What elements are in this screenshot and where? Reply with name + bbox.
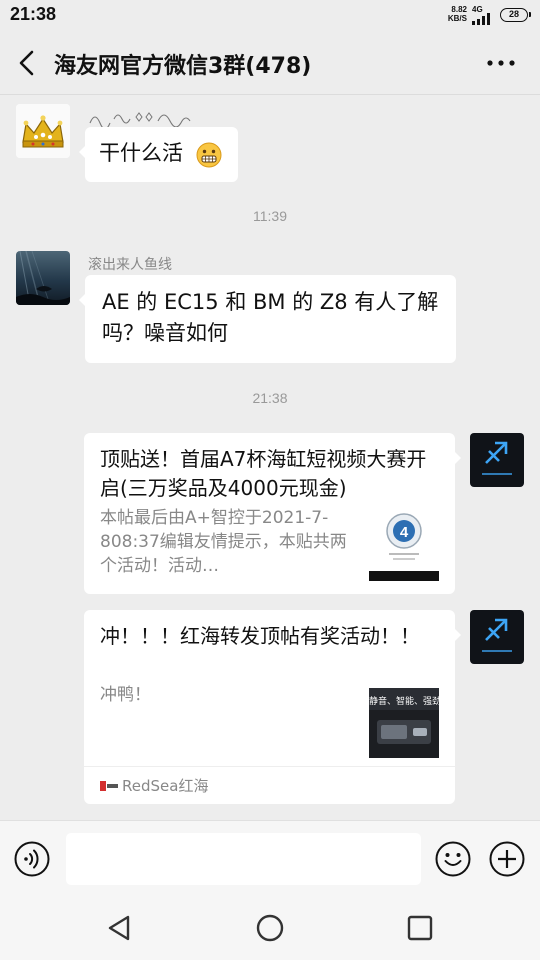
emoji-icon[interactable]: [435, 841, 471, 877]
link-card-thumbnail: 4: [369, 511, 439, 581]
sagittarius-icon: [470, 433, 524, 487]
status-bar: 21:38 8.82 KB/S 4G 28: [0, 0, 540, 32]
sagittarius-icon: [470, 610, 524, 664]
sagittarius-avatar[interactable]: [470, 433, 524, 487]
message-bubble[interactable]: 干什么活: [79, 127, 238, 182]
link-card-title: 顶贴送！首届A7杯海缸短视频大赛开启(三万奖品及4000元现金): [100, 447, 427, 500]
decorative-name-ornament: [89, 112, 191, 129]
network-speed-value: 8.82: [451, 5, 467, 14]
link-card-description: 本帖最后由A+智控于2021-7-808:37编辑友情提示，本贴共两个活动！活动…: [100, 508, 347, 576]
voice-icon[interactable]: [14, 841, 50, 877]
nav-recent-icon[interactable]: [404, 912, 436, 944]
link-card-source: RedSea红海: [84, 766, 455, 804]
aquarium-avatar[interactable]: [16, 251, 70, 305]
system-nav-bar: [0, 896, 540, 960]
link-card-title: 冲！！！红海转发顶帖有奖活动！！: [100, 624, 420, 648]
link-card-thumbnail: 静音、智能、强劲: [369, 688, 439, 758]
chat-title: 海友网官方微信3群(478): [54, 54, 312, 79]
product-thumbnail-text: 静音、智能、强劲: [369, 697, 439, 707]
battery-level: 28: [508, 9, 519, 19]
message-timestamp: 21:38: [252, 390, 288, 406]
network-speed-unit: KB/S: [447, 14, 467, 23]
link-card-description: 冲鸭！: [100, 685, 151, 705]
message-text: 干什么活: [99, 141, 183, 165]
message-text-line-1: AE 的 EC15 和 BM 的 Z8 有人了解: [102, 290, 439, 314]
message-text-line-2: 吗？噪音如何: [102, 321, 228, 345]
chat-header: 海友网官方微信3群(478): [0, 32, 540, 95]
battery-icon: 28: [500, 8, 531, 22]
input-bar: [0, 820, 540, 897]
more-horizontal-icon[interactable]: [482, 50, 520, 76]
link-card-source-name: RedSea红海: [122, 777, 209, 795]
nav-back-icon[interactable]: [104, 912, 136, 944]
sender-name: 滚出来人鱼线: [88, 257, 172, 273]
svg-text:4: 4: [400, 524, 409, 541]
nav-home-icon[interactable]: [254, 912, 286, 944]
grimacing-face-emoji: [196, 142, 222, 168]
plus-icon[interactable]: [489, 841, 525, 877]
message-bubble[interactable]: AE 的 EC15 和 BM 的 Z8 有人了解 吗？噪音如何: [79, 275, 456, 363]
signal-icon: [472, 13, 490, 25]
crown-icon: [16, 104, 70, 158]
chevron-left-icon[interactable]: [12, 46, 42, 80]
sagittarius-avatar[interactable]: [470, 610, 524, 664]
aquarium-image: [16, 251, 70, 305]
network-speed: 8.82 KB/S: [443, 5, 467, 23]
status-time: 21:38: [10, 4, 57, 24]
link-card[interactable]: 顶贴送！首届A7杯海缸短视频大赛开启(三万奖品及4000元现金) 本帖最后由A+…: [84, 433, 461, 594]
redsea-logo-icon: [100, 781, 118, 791]
a4-logo-thumbnail: 4: [369, 511, 439, 581]
message-list[interactable]: 干什么活 11:39 滚出来人鱼线 AE 的 EC15 和 BM 的 Z8 有人…: [0, 95, 540, 820]
crown-avatar[interactable]: [16, 104, 70, 158]
link-card[interactable]: 冲！！！红海转发顶帖有奖活动！！ 冲鸭！ 静音、智能、强劲 RedSea红海: [84, 610, 461, 804]
message-input[interactable]: [66, 833, 421, 885]
message-timestamp: 11:39: [253, 208, 287, 224]
